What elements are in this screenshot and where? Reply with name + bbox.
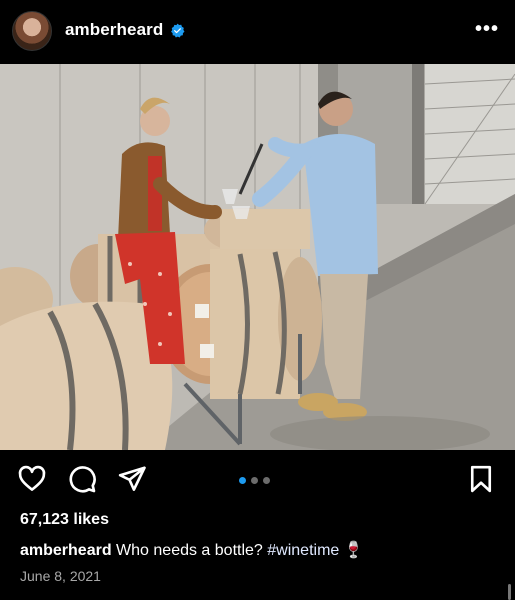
- more-options-button[interactable]: •••: [475, 18, 499, 41]
- caption-text: Who needs a bottle?: [116, 542, 263, 559]
- caption-username[interactable]: amberheard: [20, 542, 112, 559]
- post-date: June 8, 2021: [20, 568, 101, 584]
- carousel-dot-2[interactable]: [251, 477, 258, 484]
- bookmark-icon[interactable]: [466, 464, 496, 494]
- wine-barrel-photo: [0, 64, 515, 450]
- verified-icon: [171, 23, 185, 38]
- send-icon[interactable]: [117, 464, 147, 494]
- scrollbar[interactable]: [508, 584, 511, 600]
- carousel-dot-3[interactable]: [263, 477, 270, 484]
- caption-hashtag[interactable]: #winetime: [267, 542, 339, 559]
- post-caption: amberheard Who needs a bottle? #winetime…: [20, 540, 364, 560]
- post-header: amberheard •••: [0, 0, 515, 64]
- heart-icon[interactable]: [17, 464, 47, 494]
- action-bar: [0, 460, 515, 500]
- carousel-indicator: [239, 477, 270, 484]
- like-count[interactable]: 67,123 likes: [20, 511, 109, 529]
- username[interactable]: amberheard: [65, 20, 163, 40]
- comment-icon[interactable]: [67, 464, 97, 494]
- avatar[interactable]: [12, 11, 52, 51]
- carousel-dot-1[interactable]: [239, 477, 246, 484]
- post-image[interactable]: [0, 64, 515, 450]
- wine-glass-icon: 🍷: [343, 542, 364, 559]
